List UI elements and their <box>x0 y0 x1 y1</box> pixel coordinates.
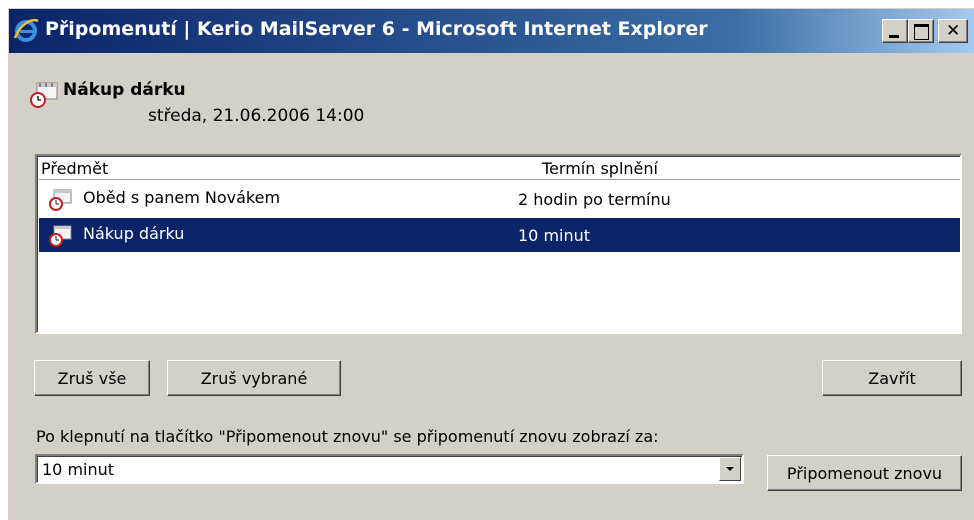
event-date: středa, 21.06.2006 14:00 <box>148 106 365 126</box>
remind-again-button[interactable]: Připomenout znovu <box>767 455 962 491</box>
minimize-button[interactable] <box>882 19 908 43</box>
snooze-hint: Po klepnutí na tlačítko "Připomenout zno… <box>36 427 659 446</box>
list-item-selected[interactable]: Nákup dárku 10 minut <box>39 218 960 252</box>
reminder-window: Připomenutí | Kerio MailServer 6 - Micro… <box>8 8 974 520</box>
calendar-reminder-icon <box>49 225 72 247</box>
list-item-due: 10 minut <box>518 226 591 245</box>
snooze-select[interactable]: 10 minut <box>35 454 744 484</box>
internet-explorer-icon <box>13 19 39 42</box>
list-item-subject: Oběd s panem Novákem <box>83 188 281 207</box>
list-item-subject: Nákup dárku <box>83 224 185 243</box>
close-window-button[interactable] <box>938 19 968 43</box>
chevron-down-icon[interactable] <box>719 457 741 481</box>
close-button[interactable]: Zavřít <box>822 360 962 396</box>
reminder-list[interactable]: Předmět Termín splnění Oběd s panem Nová… <box>35 154 962 334</box>
list-item-due: 2 hodin po termínu <box>518 190 671 209</box>
snooze-select-value: 10 minut <box>42 460 115 479</box>
maximize-button[interactable] <box>908 19 934 43</box>
calendar-reminder-icon <box>30 82 58 108</box>
window-title: Připomenutí | Kerio MailServer 6 - Micro… <box>45 18 708 40</box>
column-header-due[interactable]: Termín splnění <box>542 159 658 178</box>
list-header: Předmět Termín splnění <box>39 158 960 180</box>
list-item[interactable]: Oběd s panem Novákem 2 hodin po termínu <box>39 182 960 216</box>
event-title: Nákup dárku <box>63 80 186 100</box>
calendar-reminder-icon <box>49 189 72 211</box>
title-bar[interactable]: Připomenutí | Kerio MailServer 6 - Micro… <box>9 9 974 53</box>
column-header-subject[interactable]: Předmět <box>41 159 108 178</box>
clear-selected-button[interactable]: Zruš vybrané <box>167 360 341 396</box>
clear-all-button[interactable]: Zruš vše <box>34 360 150 396</box>
